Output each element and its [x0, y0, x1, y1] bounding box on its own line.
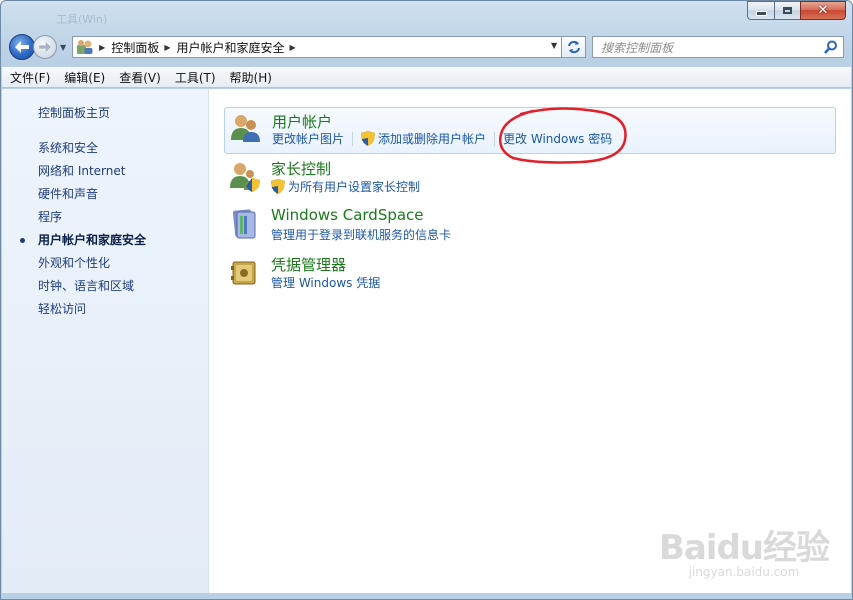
close-button[interactable]: ✕: [800, 1, 846, 20]
setup-parental-controls-link[interactable]: 为所有用户设置家长控制: [288, 178, 420, 195]
recent-pages-dropdown-icon[interactable]: ▼: [60, 43, 66, 52]
active-bullet-icon: [20, 238, 25, 243]
sidebar-item-clock-language[interactable]: 时钟、语言和区域: [38, 275, 146, 298]
caption-buttons: ✕: [747, 1, 846, 20]
refresh-icon: [567, 40, 580, 54]
sidebar-home-link[interactable]: 控制面板主页: [38, 104, 110, 121]
parental-controls-icon: [230, 163, 260, 192]
refresh-button[interactable]: [562, 36, 587, 58]
link-divider: [494, 131, 496, 146]
breadcrumb-control-panel[interactable]: 控制面板: [111, 39, 159, 56]
menu-file[interactable]: 文件(F): [10, 69, 50, 86]
add-remove-accounts-link[interactable]: 添加或删除用户帐户: [378, 130, 486, 147]
user-accounts-icon: [231, 115, 260, 142]
category-title[interactable]: 用户帐户: [272, 111, 332, 132]
minimize-icon: [755, 11, 767, 16]
sidebar-item-user-accounts[interactable]: 用户帐户和家庭安全: [20, 229, 147, 252]
uac-shield-icon: [361, 131, 376, 146]
forward-arrow-icon: [39, 42, 51, 52]
manage-windows-credentials-link[interactable]: 管理 Windows 凭据: [271, 274, 380, 291]
category-title[interactable]: 凭据管理器: [271, 254, 346, 275]
content-area: 控制面板主页 系统和安全 网络和 Internet 硬件和声音 程序 用户帐户和…: [2, 89, 851, 593]
breadcrumb-arrow-icon[interactable]: ▶: [99, 43, 105, 52]
watermark-logo: Baidu经验: [658, 528, 830, 568]
menu-bar: 文件(F) 编辑(E) 查看(V) 工具(T) 帮助(H): [2, 67, 851, 88]
back-arrow-icon: [15, 41, 29, 53]
credential-manager-icon: [231, 261, 256, 285]
forward-button[interactable]: [33, 35, 57, 59]
menu-help[interactable]: 帮助(H): [230, 69, 272, 86]
search-box[interactable]: 搜索控制面板: [592, 36, 844, 58]
category-cardspace: Windows CardSpace 管理用于登录到联机服务的信息卡: [224, 204, 836, 251]
menu-view[interactable]: 查看(V): [119, 69, 161, 86]
category-links: 管理用于登录到联机服务的信息卡: [271, 226, 451, 243]
search-placeholder: 搜索控制面板: [601, 40, 674, 55]
breadcrumb-arrow-icon[interactable]: ▶: [290, 43, 296, 52]
address-dropdown-icon[interactable]: ▼: [551, 41, 557, 50]
annotation-circle: [499, 107, 627, 164]
breadcrumb-arrow-icon[interactable]: ▶: [164, 43, 170, 52]
back-button[interactable]: [9, 34, 35, 60]
category-title[interactable]: Windows CardSpace: [271, 206, 424, 224]
sidebar-item-system-security[interactable]: 系统和安全: [38, 137, 146, 160]
change-account-picture-link[interactable]: 更改帐户图片: [272, 130, 344, 147]
category-credential-manager: 凭据管理器 管理 Windows 凭据: [224, 252, 836, 299]
sidebar-list: 系统和安全 网络和 Internet 硬件和声音 程序 用户帐户和家庭安全 外观…: [20, 137, 147, 321]
control-panel-window: 工具(Win) ✕ ▼ ▶ 控制面板 ▶ 用户帐户和家庭安全 ▶ ▼ 搜索控制面…: [0, 0, 853, 600]
sidebar-item-appearance[interactable]: 外观和个性化: [38, 252, 146, 275]
minimize-button[interactable]: [747, 1, 774, 20]
category-links: 管理 Windows 凭据: [271, 274, 380, 291]
category-title[interactable]: 家长控制: [271, 158, 331, 179]
maximize-button[interactable]: [774, 1, 800, 20]
link-divider: [352, 131, 354, 146]
category-links: 为所有用户设置家长控制: [271, 178, 420, 195]
maximize-icon: [783, 7, 792, 14]
cardspace-icon: [232, 209, 256, 239]
sidebar-item-hardware-sound[interactable]: 硬件和声音: [38, 183, 146, 206]
search-icon[interactable]: [824, 40, 838, 54]
main-panel: 用户帐户 更改帐户图片 添加或删除用户帐户 更改 Windows 密码 家长控制…: [210, 89, 851, 593]
sidebar-item-ease-of-access[interactable]: 轻松访问: [38, 298, 146, 321]
menu-edit[interactable]: 编辑(E): [64, 69, 105, 86]
address-bar[interactable]: ▶ 控制面板 ▶ 用户帐户和家庭安全 ▶ ▼: [72, 36, 563, 58]
menu-tools[interactable]: 工具(T): [175, 69, 216, 86]
navigation-bar: ▼ ▶ 控制面板 ▶ 用户帐户和家庭安全 ▶ ▼ 搜索控制面板: [9, 31, 844, 63]
close-icon: ✕: [817, 3, 829, 18]
sidebar-item-programs[interactable]: 程序: [38, 206, 146, 229]
sidebar-item-network[interactable]: 网络和 Internet: [38, 160, 146, 183]
uac-shield-icon: [271, 179, 285, 194]
manage-information-cards-link[interactable]: 管理用于登录到联机服务的信息卡: [271, 226, 451, 243]
sidebar-item-label: 用户帐户和家庭安全: [38, 233, 147, 247]
control-panel-icon: [77, 40, 93, 54]
window-title-ghost: 工具(Win): [56, 13, 108, 26]
baidu-watermark: Baidu经验 jingyan.baidu.com: [658, 520, 830, 579]
sidebar: 控制面板主页 系统和安全 网络和 Internet 硬件和声音 程序 用户帐户和…: [2, 89, 209, 593]
breadcrumb-user-accounts[interactable]: 用户帐户和家庭安全: [176, 39, 284, 56]
